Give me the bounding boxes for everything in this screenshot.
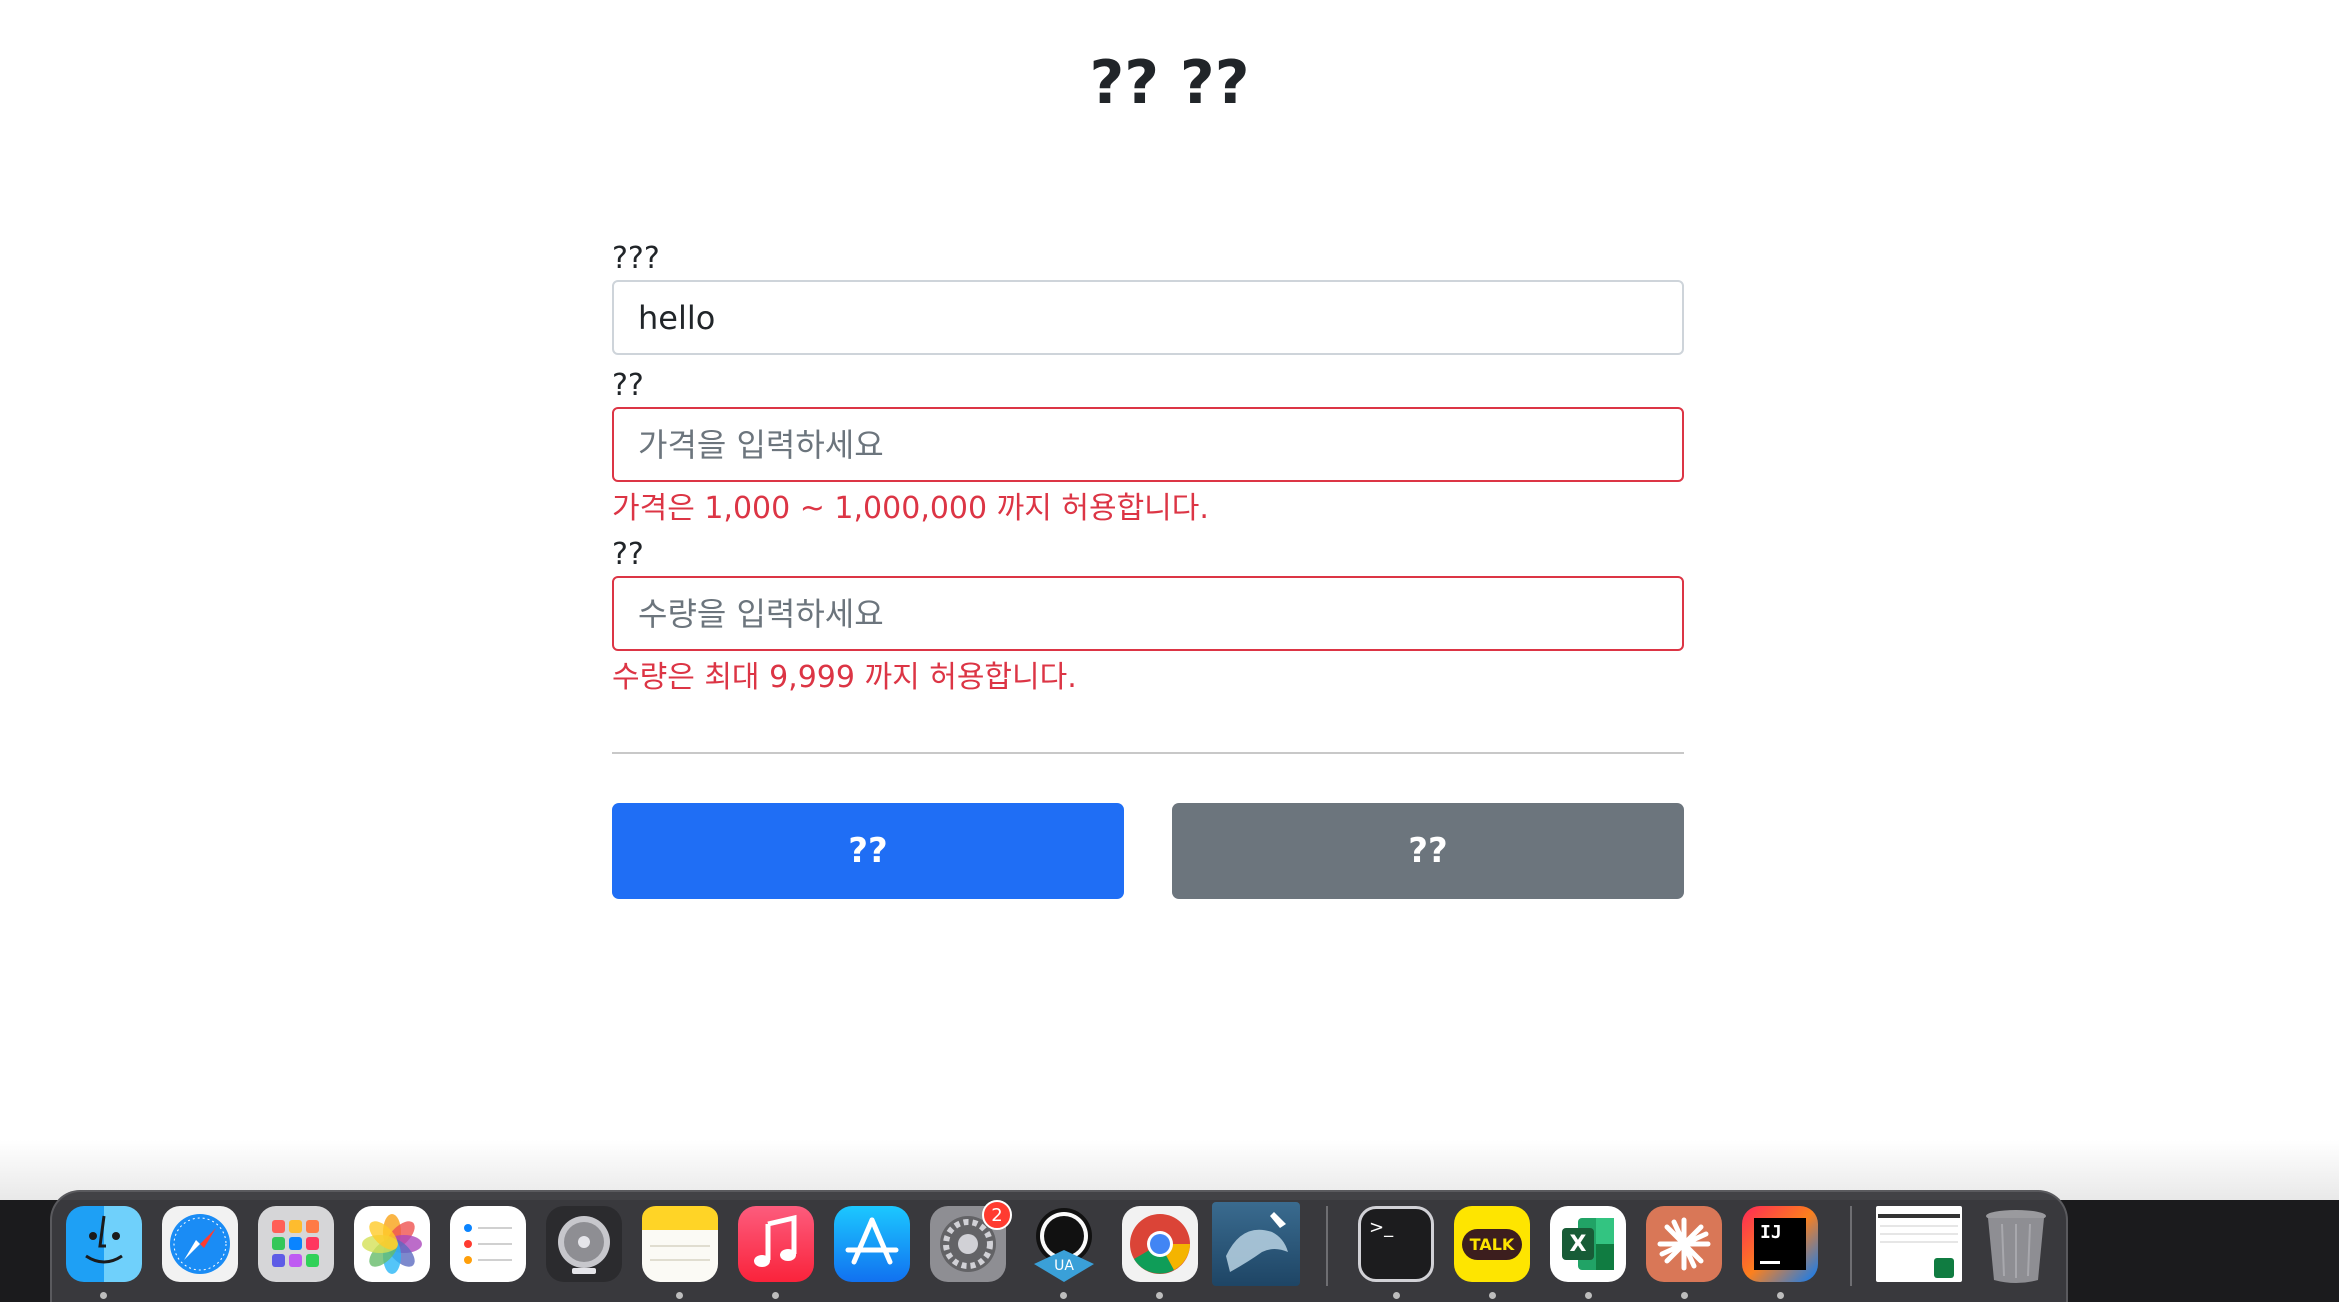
page-title: ?? ??	[1089, 48, 1250, 118]
submit-button[interactable]: ??	[612, 803, 1124, 899]
kakaotalk-running-dot	[1489, 1292, 1496, 1299]
claude-running-dot	[1681, 1292, 1688, 1299]
price-error-message: 가격은 1,000 ~ 1,000,000 까지 허용합니다.	[612, 491, 1209, 526]
quantity-label: ??	[612, 537, 644, 572]
excel-running-dot	[1585, 1292, 1592, 1299]
page: ?? ?? ??? ?? 가격은 1,000 ~ 1,000,000 까지 허용…	[0, 0, 2339, 1302]
excel-icon[interactable]: X	[1550, 1206, 1626, 1282]
svg-text:UA: UA	[1054, 1258, 1074, 1274]
price-input[interactable]	[612, 407, 1684, 482]
price-label: ??	[612, 368, 644, 403]
music-icon[interactable]	[738, 1206, 814, 1282]
finder-icon[interactable]	[66, 1206, 142, 1282]
notification-badge: 2	[982, 1200, 1012, 1230]
item-name-input[interactable]	[612, 280, 1684, 355]
photos-icon[interactable]	[354, 1206, 430, 1282]
intellij-label: IJ	[1760, 1222, 1782, 1243]
form-divider	[612, 752, 1684, 754]
terminal-prompt: >_	[1369, 1217, 1394, 1238]
notes-icon[interactable]	[642, 1206, 718, 1282]
notes-running-dot	[676, 1292, 683, 1299]
asterisk-icon[interactable]	[1646, 1206, 1722, 1282]
item-name-label: ???	[612, 241, 660, 276]
terminal-icon[interactable]: >_	[1358, 1206, 1434, 1282]
excel-letter: X	[1569, 1231, 1587, 1257]
chrome-running-dot	[1156, 1292, 1163, 1299]
finder-running-dot	[100, 1292, 107, 1299]
intellij-icon[interactable]: IJ	[1742, 1206, 1818, 1282]
kakaotalk-label: TALK	[1461, 1228, 1523, 1260]
ua-running-dot	[1060, 1292, 1067, 1299]
quantity-input[interactable]	[612, 576, 1684, 651]
reminders-icon[interactable]	[450, 1206, 526, 1282]
dolphin-icon[interactable]	[1212, 1202, 1300, 1286]
cancel-button[interactable]: ??	[1172, 803, 1684, 899]
terminal-running-dot	[1393, 1292, 1400, 1299]
trash-icon[interactable]	[1978, 1206, 2054, 1283]
music-running-dot	[772, 1292, 779, 1299]
quantity-error-message: 수량은 최대 9,999 까지 허용합니다.	[612, 660, 1077, 695]
launchpad-icon[interactable]	[258, 1206, 334, 1282]
item-form: ??? ?? 가격은 1,000 ~ 1,000,000 까지 허용합니다. ?…	[612, 238, 1684, 703]
app-store-icon[interactable]	[834, 1206, 910, 1282]
disk-utility-icon[interactable]	[546, 1206, 622, 1282]
kakaotalk-icon[interactable]: TALK	[1454, 1206, 1530, 1282]
dock-separator	[1326, 1206, 1328, 1286]
dock-separator-2	[1850, 1206, 1852, 1286]
safari-icon[interactable]	[162, 1206, 238, 1282]
chrome-icon[interactable]	[1122, 1206, 1198, 1282]
intellij-running-dot	[1777, 1292, 1784, 1299]
document-thumbnail-icon[interactable]	[1876, 1206, 1962, 1282]
ua-icon[interactable]: UA	[1026, 1206, 1102, 1282]
